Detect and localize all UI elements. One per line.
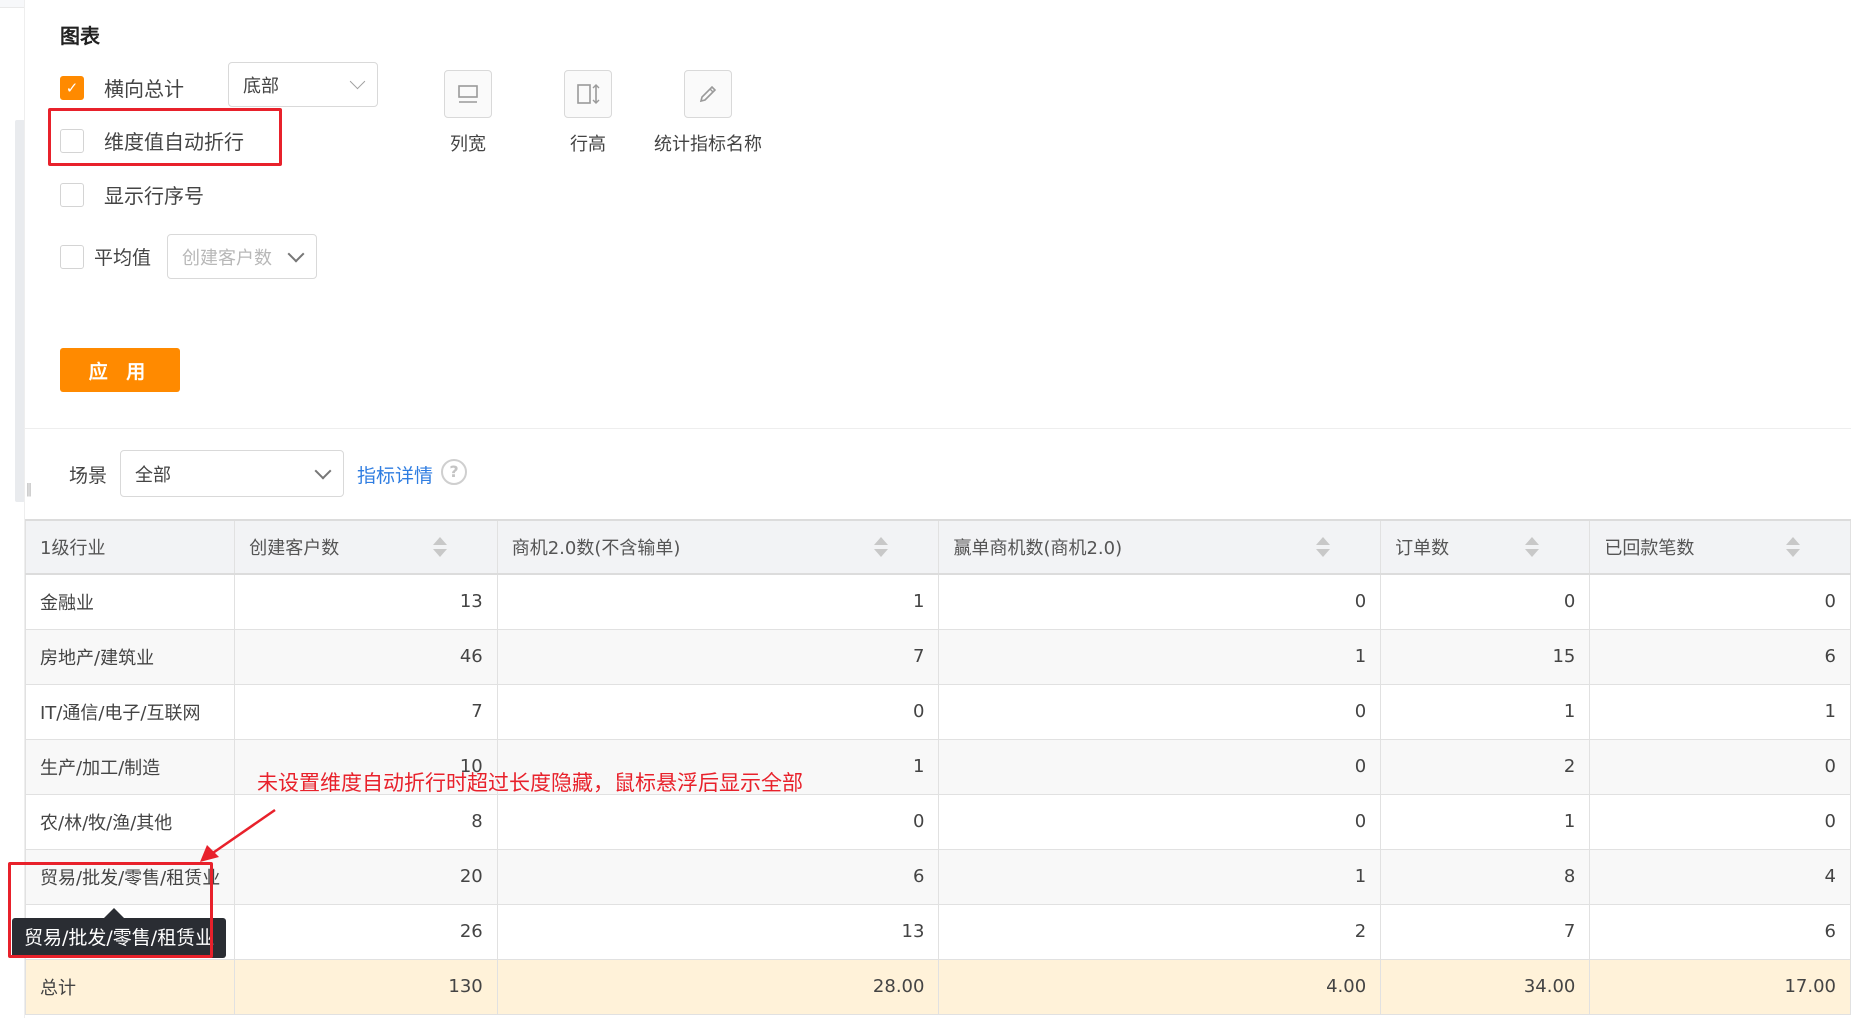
total-cell: 130 <box>234 958 498 1015</box>
table-cell: 13 <box>234 573 498 630</box>
table-cell: 15 <box>1380 628 1591 685</box>
total-cell: 总计 <box>24 958 236 1015</box>
chevron-down-icon <box>349 73 366 90</box>
table-cell: 26 <box>234 903 498 960</box>
table-cell: 1 <box>938 848 1382 905</box>
table-header-row: 1级行业 创建客户数 商机2.0数(不含输单) 赢单商机数(商机2.0) 订单数… <box>24 519 1851 575</box>
total-position-value: 底部 <box>243 75 279 97</box>
sort-icon[interactable] <box>432 537 447 557</box>
table-cell: 0 <box>496 683 940 740</box>
table-cell: 13 <box>496 903 940 960</box>
column-width-label: 列宽 <box>450 134 486 155</box>
metric-name-label: 统计指标名称 <box>654 134 762 155</box>
header-payments[interactable]: 已回款笔数 <box>1589 519 1851 575</box>
header-orders[interactable]: 订单数 <box>1380 519 1591 575</box>
table-row: IT/通信/电子/互联网 7 0 0 1 1 <box>24 683 1851 740</box>
table-cell: 2 <box>1380 738 1591 795</box>
sort-icon[interactable] <box>1316 537 1331 557</box>
tool-row-height[interactable]: 行高 <box>533 70 643 156</box>
table-cell: 1 <box>496 573 940 630</box>
option-horizontal-total[interactable]: ✓ 横向总计 <box>60 73 184 102</box>
question-icon[interactable]: ? <box>441 459 467 485</box>
sort-icon[interactable] <box>1786 537 1800 557</box>
table-cell: 7 <box>234 683 498 740</box>
total-cell: 34.00 <box>1380 958 1591 1015</box>
average-label: 平均值 <box>94 247 152 269</box>
total-cell: 17.00 <box>1589 958 1851 1015</box>
table-cell: 1 <box>1380 683 1591 740</box>
table-cell: 6 <box>1589 903 1851 960</box>
section-title: 图表 <box>60 24 100 48</box>
table-cell: IT/通信/电子/互联网 <box>24 683 236 740</box>
table-cell: 4 <box>1589 848 1851 905</box>
average-metric-select[interactable]: 创建客户数 <box>167 234 317 279</box>
header-created-customers[interactable]: 创建客户数 <box>234 519 498 575</box>
row-height-label: 行高 <box>570 134 606 155</box>
header-opportunities[interactable]: 商机2.0数(不含输单) <box>496 519 940 575</box>
section-divider <box>25 428 1851 429</box>
total-cell: 28.00 <box>496 958 940 1015</box>
table-row: 金融业 13 1 0 0 0 <box>24 573 1851 630</box>
average-checkbox[interactable] <box>60 244 84 269</box>
horizontal-total-label: 横向总计 <box>104 77 184 101</box>
table-cell: 7 <box>1380 903 1591 960</box>
header-won-opportunities[interactable]: 赢单商机数(商机2.0) <box>938 519 1382 575</box>
annotation-text: 未设置维度自动折行时超过长度隐藏，鼠标悬浮后显示全部 <box>257 771 803 795</box>
tool-column-width[interactable]: 列宽 <box>413 70 523 156</box>
table-cell: 0 <box>938 573 1382 630</box>
truncated-cell-highlight-box <box>8 862 213 958</box>
row-height-icon[interactable] <box>564 70 612 118</box>
table-cell: 7 <box>496 628 940 685</box>
table-row: 农/林/牧/渔/其他 8 0 0 1 0 <box>24 793 1851 850</box>
sort-icon[interactable] <box>874 537 889 557</box>
scene-value: 全部 <box>135 464 171 486</box>
table-cell: 8 <box>1380 848 1591 905</box>
horizontal-total-checkbox[interactable]: ✓ <box>60 75 84 100</box>
scene-label: 场景 <box>69 465 108 487</box>
table-cell: 1 <box>938 628 1382 685</box>
row-number-checkbox[interactable] <box>60 182 84 207</box>
header-industry[interactable]: 1级行业 <box>24 519 236 575</box>
table-row: 房地产/建筑业 46 7 1 15 6 <box>24 628 1851 685</box>
row-number-label: 显示行序号 <box>104 184 204 208</box>
table-cell: 0 <box>1589 793 1851 850</box>
table-cell: 0 <box>1380 573 1591 630</box>
total-position-select[interactable]: 底部 <box>228 62 378 107</box>
chevron-down-icon <box>314 462 332 479</box>
table-cell: 金融业 <box>24 573 236 630</box>
table-cell: 0 <box>1589 738 1851 795</box>
tool-metric-name[interactable]: 统计指标名称 <box>653 70 763 156</box>
table-cell: 0 <box>938 738 1382 795</box>
table-total-row: 总计 130 28.00 4.00 34.00 17.00 <box>24 958 1851 1015</box>
table-cell: 1 <box>1589 683 1851 740</box>
table-cell: 46 <box>234 628 498 685</box>
table-cell: 0 <box>1589 573 1851 630</box>
scene-select[interactable]: 全部 <box>120 450 344 497</box>
column-width-icon[interactable] <box>444 70 492 118</box>
chevron-down-icon <box>287 245 305 262</box>
table-cell: 0 <box>938 683 1382 740</box>
table-cell: 6 <box>1589 628 1851 685</box>
average-metric-placeholder: 创建客户数 <box>182 247 272 269</box>
table-row: 26 13 2 7 6 <box>24 903 1851 960</box>
table-cell: 房地产/建筑业 <box>24 628 236 685</box>
left-strip-top <box>0 0 24 8</box>
metric-detail-link[interactable]: 指标详情 <box>357 461 433 488</box>
option-show-row-number[interactable]: 显示行序号 <box>60 180 204 209</box>
annotation-arrow-icon <box>200 808 276 862</box>
option-average[interactable]: 平均值 <box>60 243 151 270</box>
table-cell: 6 <box>496 848 940 905</box>
table-row: 贸易/批发/零售/租赁业 20 6 1 8 4 <box>24 848 1851 905</box>
apply-button[interactable]: 应 用 <box>60 348 180 392</box>
auto-wrap-highlight-box <box>48 108 282 166</box>
sort-icon[interactable] <box>1525 537 1540 557</box>
table-cell: 2 <box>938 903 1382 960</box>
table-cell: 0 <box>496 793 940 850</box>
pencil-icon[interactable] <box>684 70 732 118</box>
table-cell: 生产/加工/制造 <box>24 738 236 795</box>
table-cell: 0 <box>938 793 1382 850</box>
total-cell: 4.00 <box>938 958 1382 1015</box>
splitter-handle-icon[interactable]: ‖ <box>25 480 33 500</box>
table-cell: 1 <box>1380 793 1591 850</box>
